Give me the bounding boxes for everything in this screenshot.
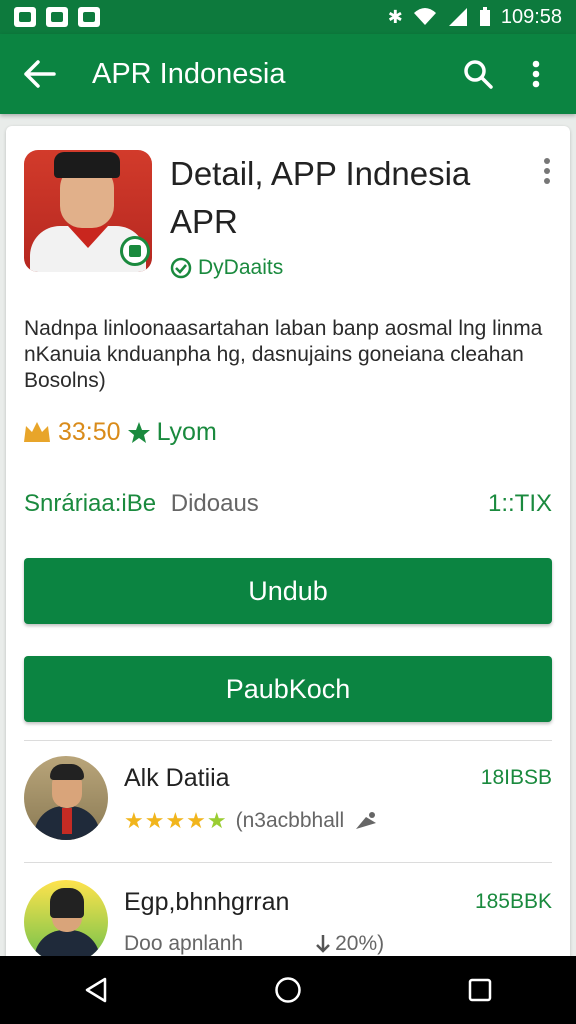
download-button[interactable]: Undub [24, 558, 552, 624]
notification-media-icon [78, 7, 100, 27]
info-label-secondary: Didoaus [170, 490, 259, 517]
circle-home-icon [275, 977, 301, 1003]
secondary-button[interactable]: PaubKoch [24, 656, 552, 722]
app-detail-card: Detail, APP Indnesia APR DyDaaits Nadnpa… [6, 126, 570, 966]
star-icon [127, 421, 150, 443]
system-icons: ✱ 109:58 [388, 6, 562, 29]
download-arrow-icon [316, 935, 330, 953]
status-time: 109:58 [500, 5, 562, 28]
back-arrow-icon [24, 60, 56, 88]
developer-name: DyDaaits [198, 256, 284, 279]
info-label-primary: Snráriaa:iBe [24, 490, 157, 517]
nav-back-button[interactable] [66, 960, 126, 1020]
notification-app-icon [46, 7, 68, 27]
info-value: 1::TIX [487, 490, 552, 517]
list-item-sub-right: 20%) [335, 932, 385, 955]
crown-icon [24, 421, 50, 442]
search-icon [464, 60, 493, 89]
battery-icon [479, 7, 490, 26]
sparkle-icon [356, 812, 377, 829]
list-item-size: 185BBK [474, 890, 552, 913]
notification-n-icon [14, 7, 36, 27]
nav-home-button[interactable] [258, 960, 318, 1020]
divider [24, 862, 552, 863]
list-item-size: 18IBSB [480, 766, 552, 789]
list-item-sub: ★★★★★ (n3acbbhall [124, 808, 380, 834]
navigation-bar [0, 956, 576, 1024]
rating-value: 33:50 [58, 418, 121, 446]
nav-recents-button[interactable] [450, 960, 510, 1020]
app-bar-title: APR Indonesia [92, 57, 286, 90]
rating-stars: ★★★★★ [124, 808, 228, 833]
more-vert-icon [532, 60, 540, 88]
info-row: Snráriaa:iBe Didoaus 1::TIX [24, 490, 552, 518]
search-button[interactable] [456, 52, 500, 96]
list-item-sub: Doo apnlanh 20%) [124, 932, 384, 956]
verified-check-icon [170, 257, 192, 279]
signal-icon [448, 8, 467, 26]
app-icon [24, 150, 152, 272]
list-item[interactable]: Egp,bhnhgrran 185BBK Doo apnlanh 20%) [24, 880, 552, 966]
app-description: Nadnpa linloonaasartahan laban banp aosm… [24, 317, 543, 392]
list-item-name: Alk Datiia [124, 764, 230, 792]
list-item-sub-left: Doo apnlanh [124, 932, 244, 955]
notification-icons [14, 7, 100, 27]
avatar [24, 880, 108, 964]
divider [24, 740, 552, 741]
avatar [24, 756, 108, 840]
list-item-sub-text: (n3acbbhall [235, 809, 345, 832]
list-item[interactable]: Alk Datiia 18IBSB ★★★★★ (n3acbbhall [24, 756, 552, 856]
status-bar: ✱ 109:58 [0, 0, 576, 34]
card-more-button[interactable] [542, 158, 552, 184]
list-item-name: Egp,bhnhgrran [124, 888, 290, 916]
rating-row: 33:50 Lyom [22, 418, 217, 447]
wifi-icon [413, 8, 436, 25]
square-recents-icon [468, 978, 492, 1002]
app-badge-icon [120, 236, 150, 266]
developer-row[interactable]: DyDaaits [170, 256, 283, 280]
triangle-back-icon [85, 977, 107, 1003]
bluetooth-icon: ✱ [387, 6, 403, 27]
rating-label: Lyom [156, 418, 217, 446]
more-options-button[interactable] [514, 52, 558, 96]
app-bar: APR Indonesia [0, 34, 576, 114]
app-title: Detail, APP Indnesia APR [170, 155, 471, 240]
back-button[interactable] [18, 52, 62, 96]
